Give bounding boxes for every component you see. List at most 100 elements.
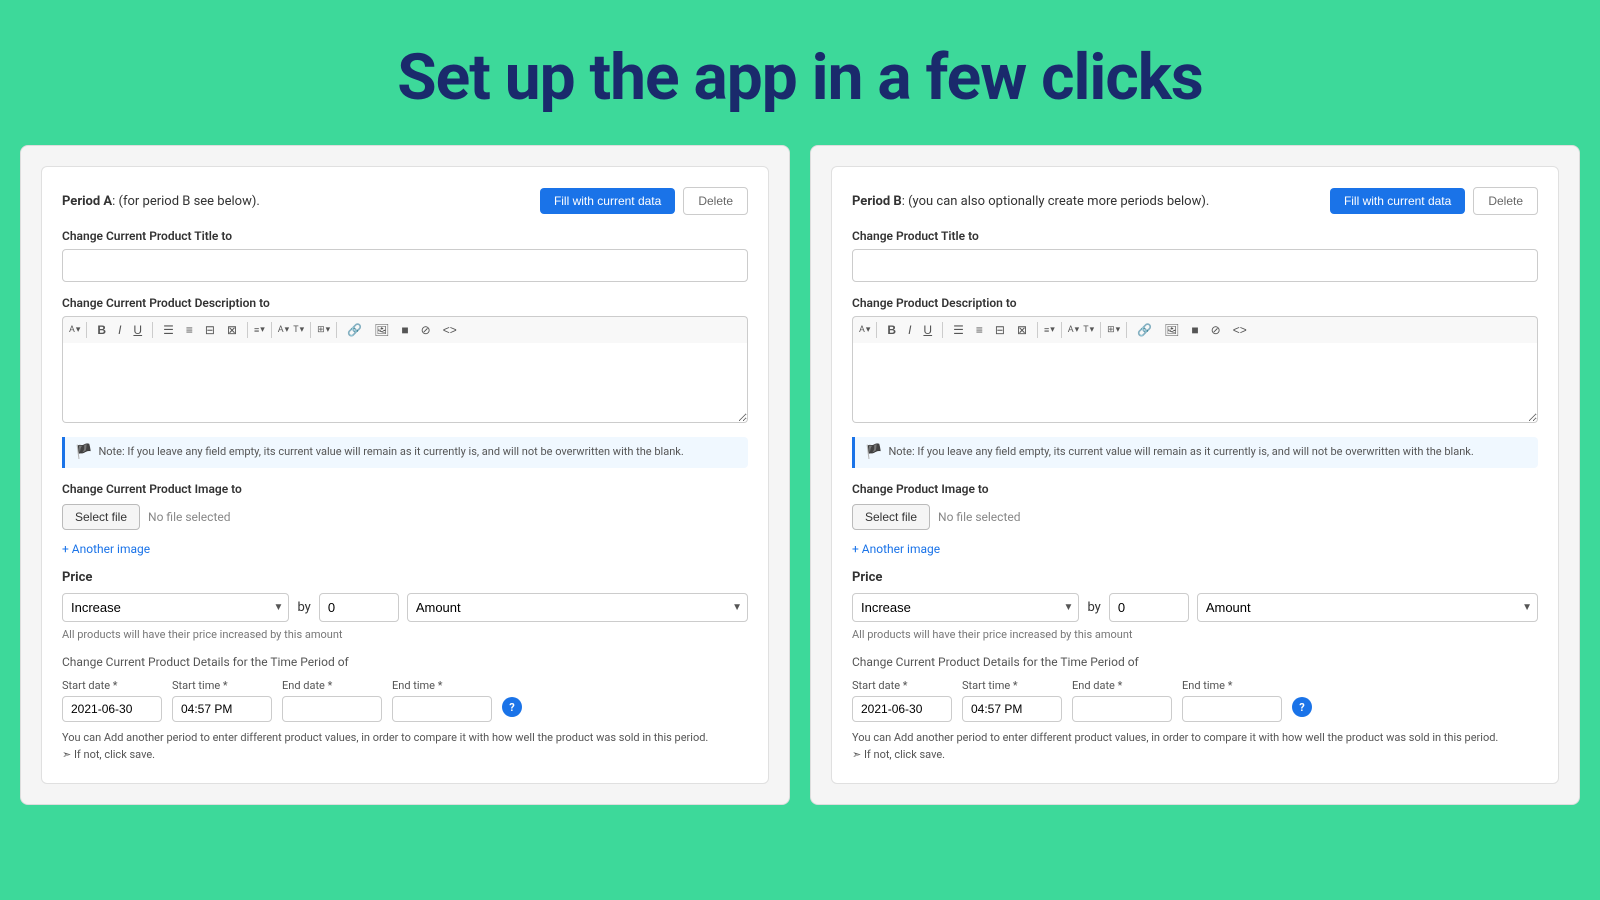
price-row-a: Increase ▼ by Amount ▼	[62, 593, 748, 622]
period-b-actions: Fill with current data Delete	[1330, 187, 1538, 215]
toolbar-ol-a[interactable]: ≡	[182, 321, 197, 339]
image-label-a: Change Current Product Image to	[62, 482, 748, 496]
start-time-input-a[interactable]	[172, 696, 272, 722]
toolbar-italic-b[interactable]: I	[904, 321, 915, 339]
toolbar-bg-a[interactable]: T▾	[293, 325, 304, 335]
period-a-actions: Fill with current data Delete	[540, 187, 748, 215]
help-icon-a[interactable]: ?	[502, 697, 522, 717]
page-header: Set up the app in a few clicks	[0, 0, 1600, 145]
toolbar-font-b[interactable]: A▾	[859, 325, 870, 335]
flag-icon-a: 🏴	[75, 444, 92, 460]
end-time-label-a: End time *	[392, 679, 492, 692]
toolbar-sep-1a	[86, 322, 87, 338]
increase-select-wrapper-a: Increase ▼	[62, 593, 289, 622]
end-date-label-b: End date *	[1072, 679, 1172, 692]
toolbar-code-b[interactable]: <>	[1229, 321, 1251, 339]
amount-select-b[interactable]: Amount	[1197, 593, 1538, 622]
toolbar-bold-a[interactable]: B	[93, 321, 110, 339]
bottom-note-a: You can Add another period to enter diff…	[62, 730, 748, 763]
toolbar-sep-2b	[942, 322, 943, 338]
note-box-b: 🏴 Note: If you leave any field empty, it…	[852, 437, 1538, 468]
select-file-btn-b[interactable]: Select file	[852, 504, 930, 530]
toolbar-sep-4b	[1061, 322, 1062, 338]
toolbar-indent-b[interactable]: ⊟	[991, 321, 1009, 339]
toolbar-color-b[interactable]: A▾	[1068, 325, 1079, 335]
toolbar-underline-b[interactable]: U	[919, 321, 936, 339]
toolbar-indent-a[interactable]: ⊟	[201, 321, 219, 339]
toolbar-code-a[interactable]: <>	[439, 321, 461, 339]
toolbar-sep-6a	[336, 322, 337, 338]
toolbar-table-b[interactable]: ⊞▾	[1107, 325, 1120, 335]
toolbar-link-b[interactable]: 🔗	[1133, 321, 1156, 339]
another-image-link-b[interactable]: + Another image	[852, 542, 940, 556]
toolbar-color-a[interactable]: A▾	[278, 325, 289, 335]
delete-button-a[interactable]: Delete	[683, 187, 748, 215]
period-b-title: Period B: (you can also optionally creat…	[852, 194, 1209, 209]
another-image-link-a[interactable]: + Another image	[62, 542, 150, 556]
toolbar-ol-b[interactable]: ≡	[972, 321, 987, 339]
toolbar-clear-b[interactable]: ⊘	[1207, 321, 1225, 339]
toolbar-sep-1b	[876, 322, 877, 338]
price-hint-b: All products will have their price incre…	[852, 628, 1538, 641]
toolbar-image-b[interactable]: 🖼	[1160, 321, 1183, 339]
end-time-label-b: End time *	[1182, 679, 1282, 692]
toolbar-font-a[interactable]: A▾	[69, 325, 80, 335]
period-a-title: Period A: (for period B see below).	[62, 194, 260, 209]
amount-select-a[interactable]: Amount	[407, 593, 748, 622]
fill-button-b[interactable]: Fill with current data	[1330, 188, 1465, 214]
toolbar-bold-b[interactable]: B	[883, 321, 900, 339]
end-time-input-a[interactable]	[392, 696, 492, 722]
title-input-b[interactable]	[852, 249, 1538, 282]
title-input-a[interactable]	[62, 249, 748, 282]
toolbar-bg-b[interactable]: T▾	[1083, 325, 1094, 335]
end-date-group-b: End date *	[1072, 679, 1172, 722]
toolbar-italic-a[interactable]: I	[114, 321, 125, 339]
price-label-b: Price	[852, 570, 1538, 585]
toolbar-ul-a[interactable]: ☰	[159, 321, 178, 339]
desc-textarea-a[interactable]	[62, 343, 748, 423]
bottom-note-b: You can Add another period to enter diff…	[852, 730, 1538, 763]
price-number-b[interactable]	[1109, 593, 1189, 622]
period-a-header: Period A: (for period B see below). Fill…	[62, 187, 748, 215]
panel-a: Period A: (for period B see below). Fill…	[20, 145, 790, 805]
increase-select-a[interactable]: Increase	[62, 593, 289, 622]
toolbar-image-a[interactable]: 🖼	[370, 321, 393, 339]
desc-label-a: Change Current Product Description to	[62, 296, 748, 310]
help-icon-b[interactable]: ?	[1292, 697, 1312, 717]
toolbar-align-b[interactable]: ≡▾	[1044, 325, 1055, 336]
end-date-input-b[interactable]	[1072, 696, 1172, 722]
toolbar-clear-a[interactable]: ⊘	[417, 321, 435, 339]
increase-select-b[interactable]: Increase	[852, 593, 1079, 622]
toolbar-outdent-b[interactable]: ⊠	[1013, 321, 1031, 339]
end-time-input-b[interactable]	[1182, 696, 1282, 722]
price-hint-a: All products will have their price incre…	[62, 628, 748, 641]
start-date-group-a: Start date *	[62, 679, 162, 722]
toolbar-ul-b[interactable]: ☰	[949, 321, 968, 339]
start-date-group-b: Start date *	[852, 679, 952, 722]
toolbar-outdent-a[interactable]: ⊠	[223, 321, 241, 339]
end-time-group-a: End time *	[392, 679, 492, 722]
toolbar-block-a[interactable]: ■	[397, 321, 412, 339]
toolbar-link-a[interactable]: 🔗	[343, 321, 366, 339]
toolbar-align-a[interactable]: ≡▾	[254, 325, 265, 336]
price-number-a[interactable]	[319, 593, 399, 622]
start-date-input-b[interactable]	[852, 696, 952, 722]
date-fields-b: Start date * Start time * End date * End…	[852, 679, 1538, 722]
start-date-input-a[interactable]	[62, 696, 162, 722]
end-time-group-b: End time *	[1182, 679, 1282, 722]
toolbar-a: A▾ B I U ☰ ≡ ⊟ ⊠ ≡▾ A▾ T▾ ⊞▾	[62, 316, 748, 343]
date-fields-a: Start date * Start time * End date * End…	[62, 679, 748, 722]
toolbar-block-b[interactable]: ■	[1187, 321, 1202, 339]
desc-textarea-b[interactable]	[852, 343, 1538, 423]
fill-button-a[interactable]: Fill with current data	[540, 188, 675, 214]
flag-icon-b: 🏴	[865, 444, 882, 460]
toolbar-sep-4a	[271, 322, 272, 338]
end-date-input-a[interactable]	[282, 696, 382, 722]
start-time-input-b[interactable]	[962, 696, 1062, 722]
toolbar-table-a[interactable]: ⊞▾	[317, 325, 330, 335]
toolbar-underline-a[interactable]: U	[129, 321, 146, 339]
delete-button-b[interactable]: Delete	[1473, 187, 1538, 215]
select-file-btn-a[interactable]: Select file	[62, 504, 140, 530]
toolbar-sep-3a	[247, 322, 248, 338]
toolbar-sep-5a	[310, 322, 311, 338]
